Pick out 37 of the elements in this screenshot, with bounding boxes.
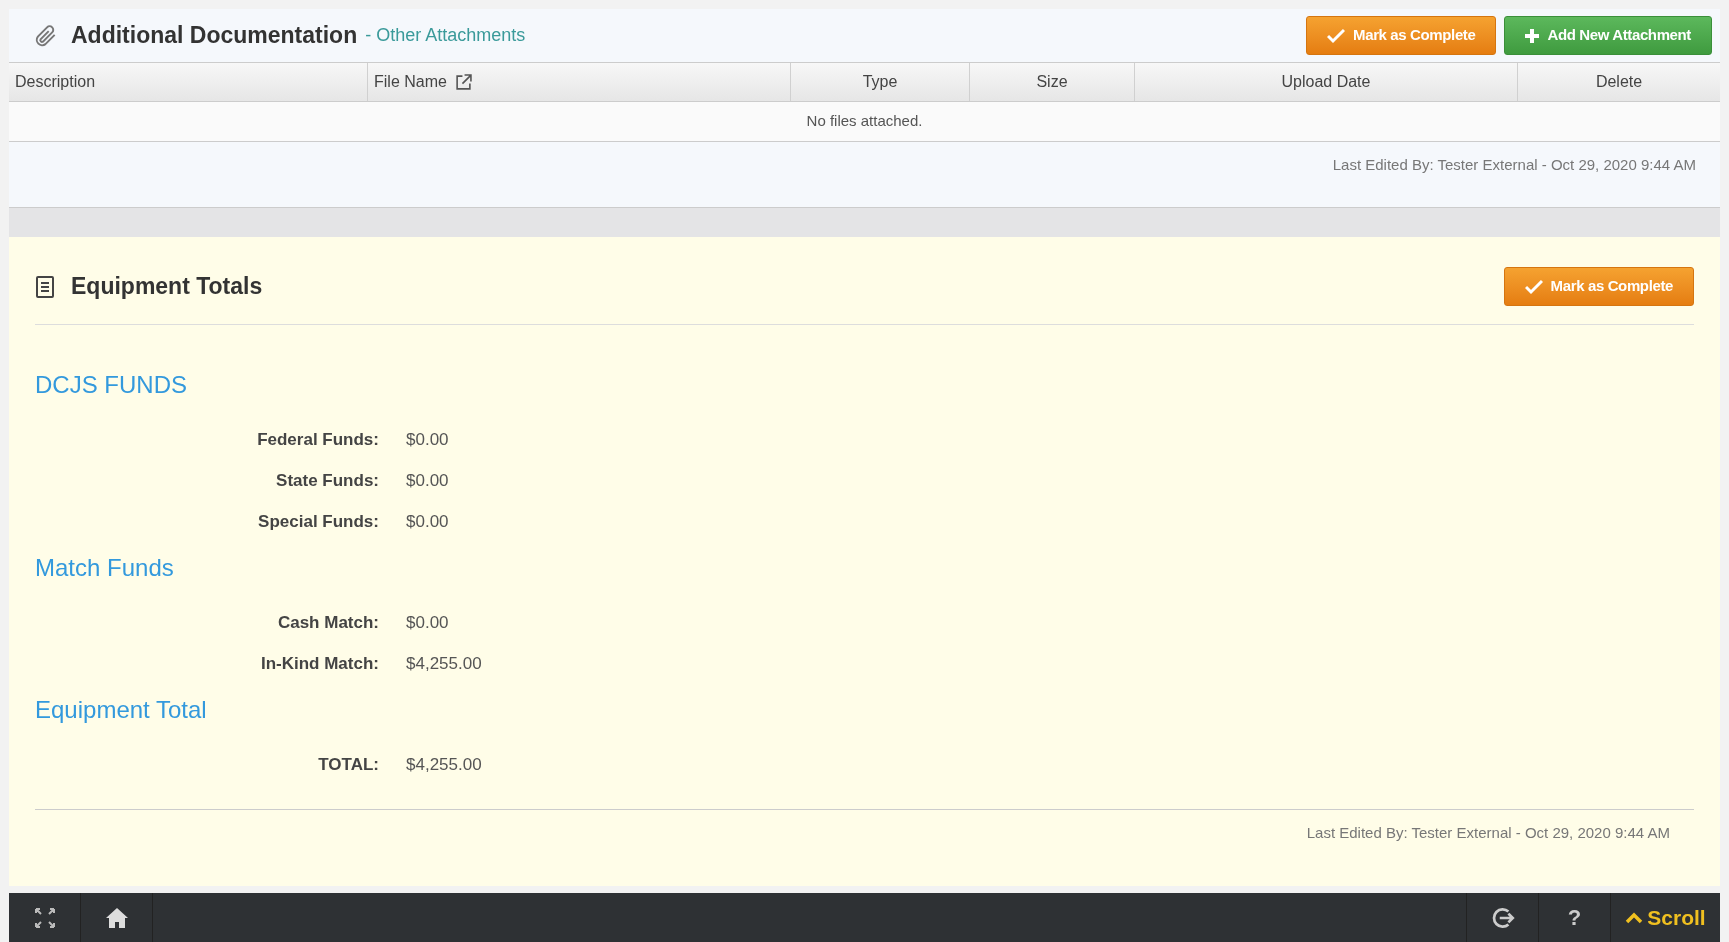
field-value: $0.00 xyxy=(406,469,449,492)
group-heading: Match Funds xyxy=(35,553,175,583)
field-label: Federal Funds: xyxy=(256,428,379,451)
column-header[interactable]: Description xyxy=(9,63,367,101)
field-label: TOTAL: xyxy=(317,753,379,776)
field-value: $4,255.00 xyxy=(406,753,482,776)
column-header[interactable]: Size xyxy=(969,63,1134,101)
checkmark-icon xyxy=(1327,27,1346,44)
column-header[interactable]: Upload Date xyxy=(1134,63,1517,101)
section-title: Equipment Totals xyxy=(71,272,263,302)
plus-icon xyxy=(1525,28,1540,43)
caret-up-icon xyxy=(1625,911,1644,924)
home-icon xyxy=(104,906,129,929)
scroll-button[interactable]: Scroll xyxy=(1610,893,1720,942)
field-label: State Funds: xyxy=(275,469,379,492)
section-subtitle: - Other Attachments xyxy=(365,24,526,47)
last-edited-text: Last Edited By: Tester External - Oct 29, 2020 9:44 AM xyxy=(1332,155,1696,175)
section-title: Additional Documentation xyxy=(71,21,358,51)
field-label: Cash Match: xyxy=(276,611,379,634)
help-button[interactable]: ? xyxy=(1538,893,1610,942)
document-icon xyxy=(35,274,55,299)
external-link-icon xyxy=(454,73,472,91)
last-edited-text: Last Edited By: Tester External - Oct 29, 2020 9:44 AM xyxy=(1306,822,1670,843)
field-label: In-Kind Match: xyxy=(259,652,379,675)
group-heading: Equipment Total xyxy=(35,695,208,725)
field-value: $0.00 xyxy=(406,510,449,533)
field-value: $4,255.00 xyxy=(406,652,482,675)
field-value: $0.00 xyxy=(406,428,449,451)
column-header[interactable]: File Name xyxy=(367,63,790,101)
field-value: $0.00 xyxy=(406,611,449,634)
field-label: Special Funds: xyxy=(257,510,379,533)
empty-message: No files attached. xyxy=(806,111,923,132)
group-heading: DCJS FUNDS xyxy=(35,370,188,400)
expand-icon xyxy=(32,905,57,930)
checkmark-icon xyxy=(1524,278,1543,295)
column-header[interactable]: Delete xyxy=(1517,63,1720,101)
column-header[interactable]: Type xyxy=(790,63,969,101)
